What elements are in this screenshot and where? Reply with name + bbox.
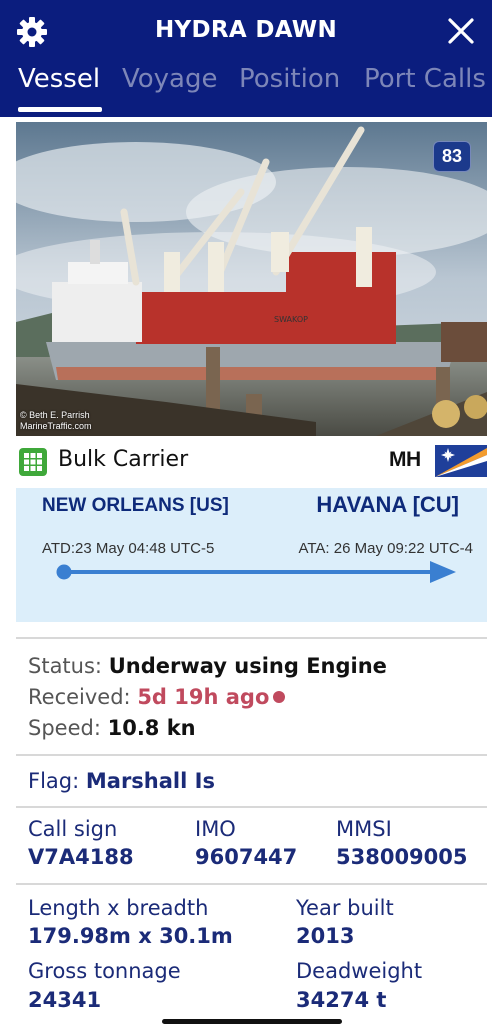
flag-line: Flag: Marshall Is bbox=[28, 769, 215, 793]
photo-credit: © Beth E. Parrish MarineTraffic.com bbox=[20, 410, 92, 432]
photo-credit-author: © Beth E. Parrish bbox=[20, 410, 90, 420]
vessel-type-row: Bulk Carrier MH bbox=[16, 441, 487, 481]
flag-label: Flag: bbox=[28, 769, 80, 793]
route-progress bbox=[56, 559, 456, 585]
received-value: 5d 19h ago bbox=[137, 685, 270, 709]
departure-port[interactable]: NEW ORLEANS [US] bbox=[42, 495, 229, 517]
status-value: Underway using Engine bbox=[108, 654, 387, 678]
destination-arrow-icon bbox=[430, 561, 456, 583]
imo-value: 9607447 bbox=[195, 845, 298, 869]
vessel-type-label: Bulk Carrier bbox=[58, 447, 189, 472]
deadweight-value: 34274 t bbox=[296, 988, 387, 1012]
voyage-summary[interactable]: NEW ORLEANS [US] HAVANA [CU] ATD:23 May … bbox=[16, 488, 487, 622]
active-tab-indicator bbox=[18, 107, 102, 112]
callsign-label: Call sign bbox=[28, 817, 118, 841]
photo-credit-site: MarineTraffic.com bbox=[20, 421, 92, 431]
divider bbox=[16, 883, 487, 885]
received-line: Received: 5d 19h ago bbox=[28, 685, 286, 709]
year-built-value: 2013 bbox=[296, 924, 355, 948]
imo-label: IMO bbox=[195, 817, 236, 841]
vessel-title: HYDRA DAWN bbox=[155, 17, 337, 43]
mmsi-value: 538009005 bbox=[336, 845, 468, 869]
hull-name: SWAKOP bbox=[274, 315, 308, 324]
grid-icon bbox=[19, 448, 47, 476]
divider bbox=[16, 806, 487, 808]
tab-voyage[interactable]: Voyage bbox=[122, 64, 218, 94]
arrival-time: ATA: 26 May 09:22 UTC-4 bbox=[298, 540, 473, 557]
tab-position[interactable]: Position bbox=[239, 64, 340, 94]
stale-position-dot bbox=[273, 691, 286, 703]
home-indicator[interactable] bbox=[162, 1019, 342, 1024]
close-icon[interactable] bbox=[446, 16, 476, 46]
departure-time: ATD:23 May 04:48 UTC-5 bbox=[42, 540, 215, 557]
tab-bar: Vessel Voyage Position Port Calls bbox=[0, 60, 492, 117]
year-built-label: Year built bbox=[296, 896, 394, 920]
app-header: HYDRA DAWN Vessel Voyage Position Port C… bbox=[0, 0, 492, 117]
mmsi-label: MMSI bbox=[336, 817, 392, 841]
divider bbox=[16, 754, 487, 756]
tab-vessel[interactable]: Vessel bbox=[18, 64, 100, 94]
status-line: Status: Underway using Engine bbox=[28, 654, 387, 678]
callsign-value: V7A4188 bbox=[28, 845, 134, 869]
status-label: Status: bbox=[28, 654, 102, 678]
origin-dot bbox=[56, 564, 72, 580]
length-breadth-value: 179.98m x 30.1m bbox=[28, 924, 233, 948]
flag-code: MH bbox=[389, 448, 421, 471]
marshall-islands-flag-icon bbox=[435, 445, 487, 477]
gross-tonnage-value: 24341 bbox=[28, 988, 102, 1012]
received-label: Received: bbox=[28, 685, 131, 709]
speed-value: 10.8 kn bbox=[107, 716, 196, 740]
vessel-photo[interactable]: SWAKOP 83 © Beth E. Parrish MarineTraffi… bbox=[16, 122, 487, 436]
speed-line: Speed: 10.8 kn bbox=[28, 716, 196, 740]
divider bbox=[16, 637, 487, 639]
deadweight-label: Deadweight bbox=[296, 959, 423, 983]
length-breadth-label: Length x breadth bbox=[28, 896, 209, 920]
gross-tonnage-label: Gross tonnage bbox=[28, 959, 181, 983]
speed-label: Speed: bbox=[28, 716, 101, 740]
flag-value: Marshall Is bbox=[85, 769, 215, 793]
tab-port-calls[interactable]: Port Calls bbox=[364, 64, 486, 94]
arrival-port[interactable]: HAVANA [CU] bbox=[316, 492, 459, 518]
photo-count-badge[interactable]: 83 bbox=[432, 141, 471, 172]
